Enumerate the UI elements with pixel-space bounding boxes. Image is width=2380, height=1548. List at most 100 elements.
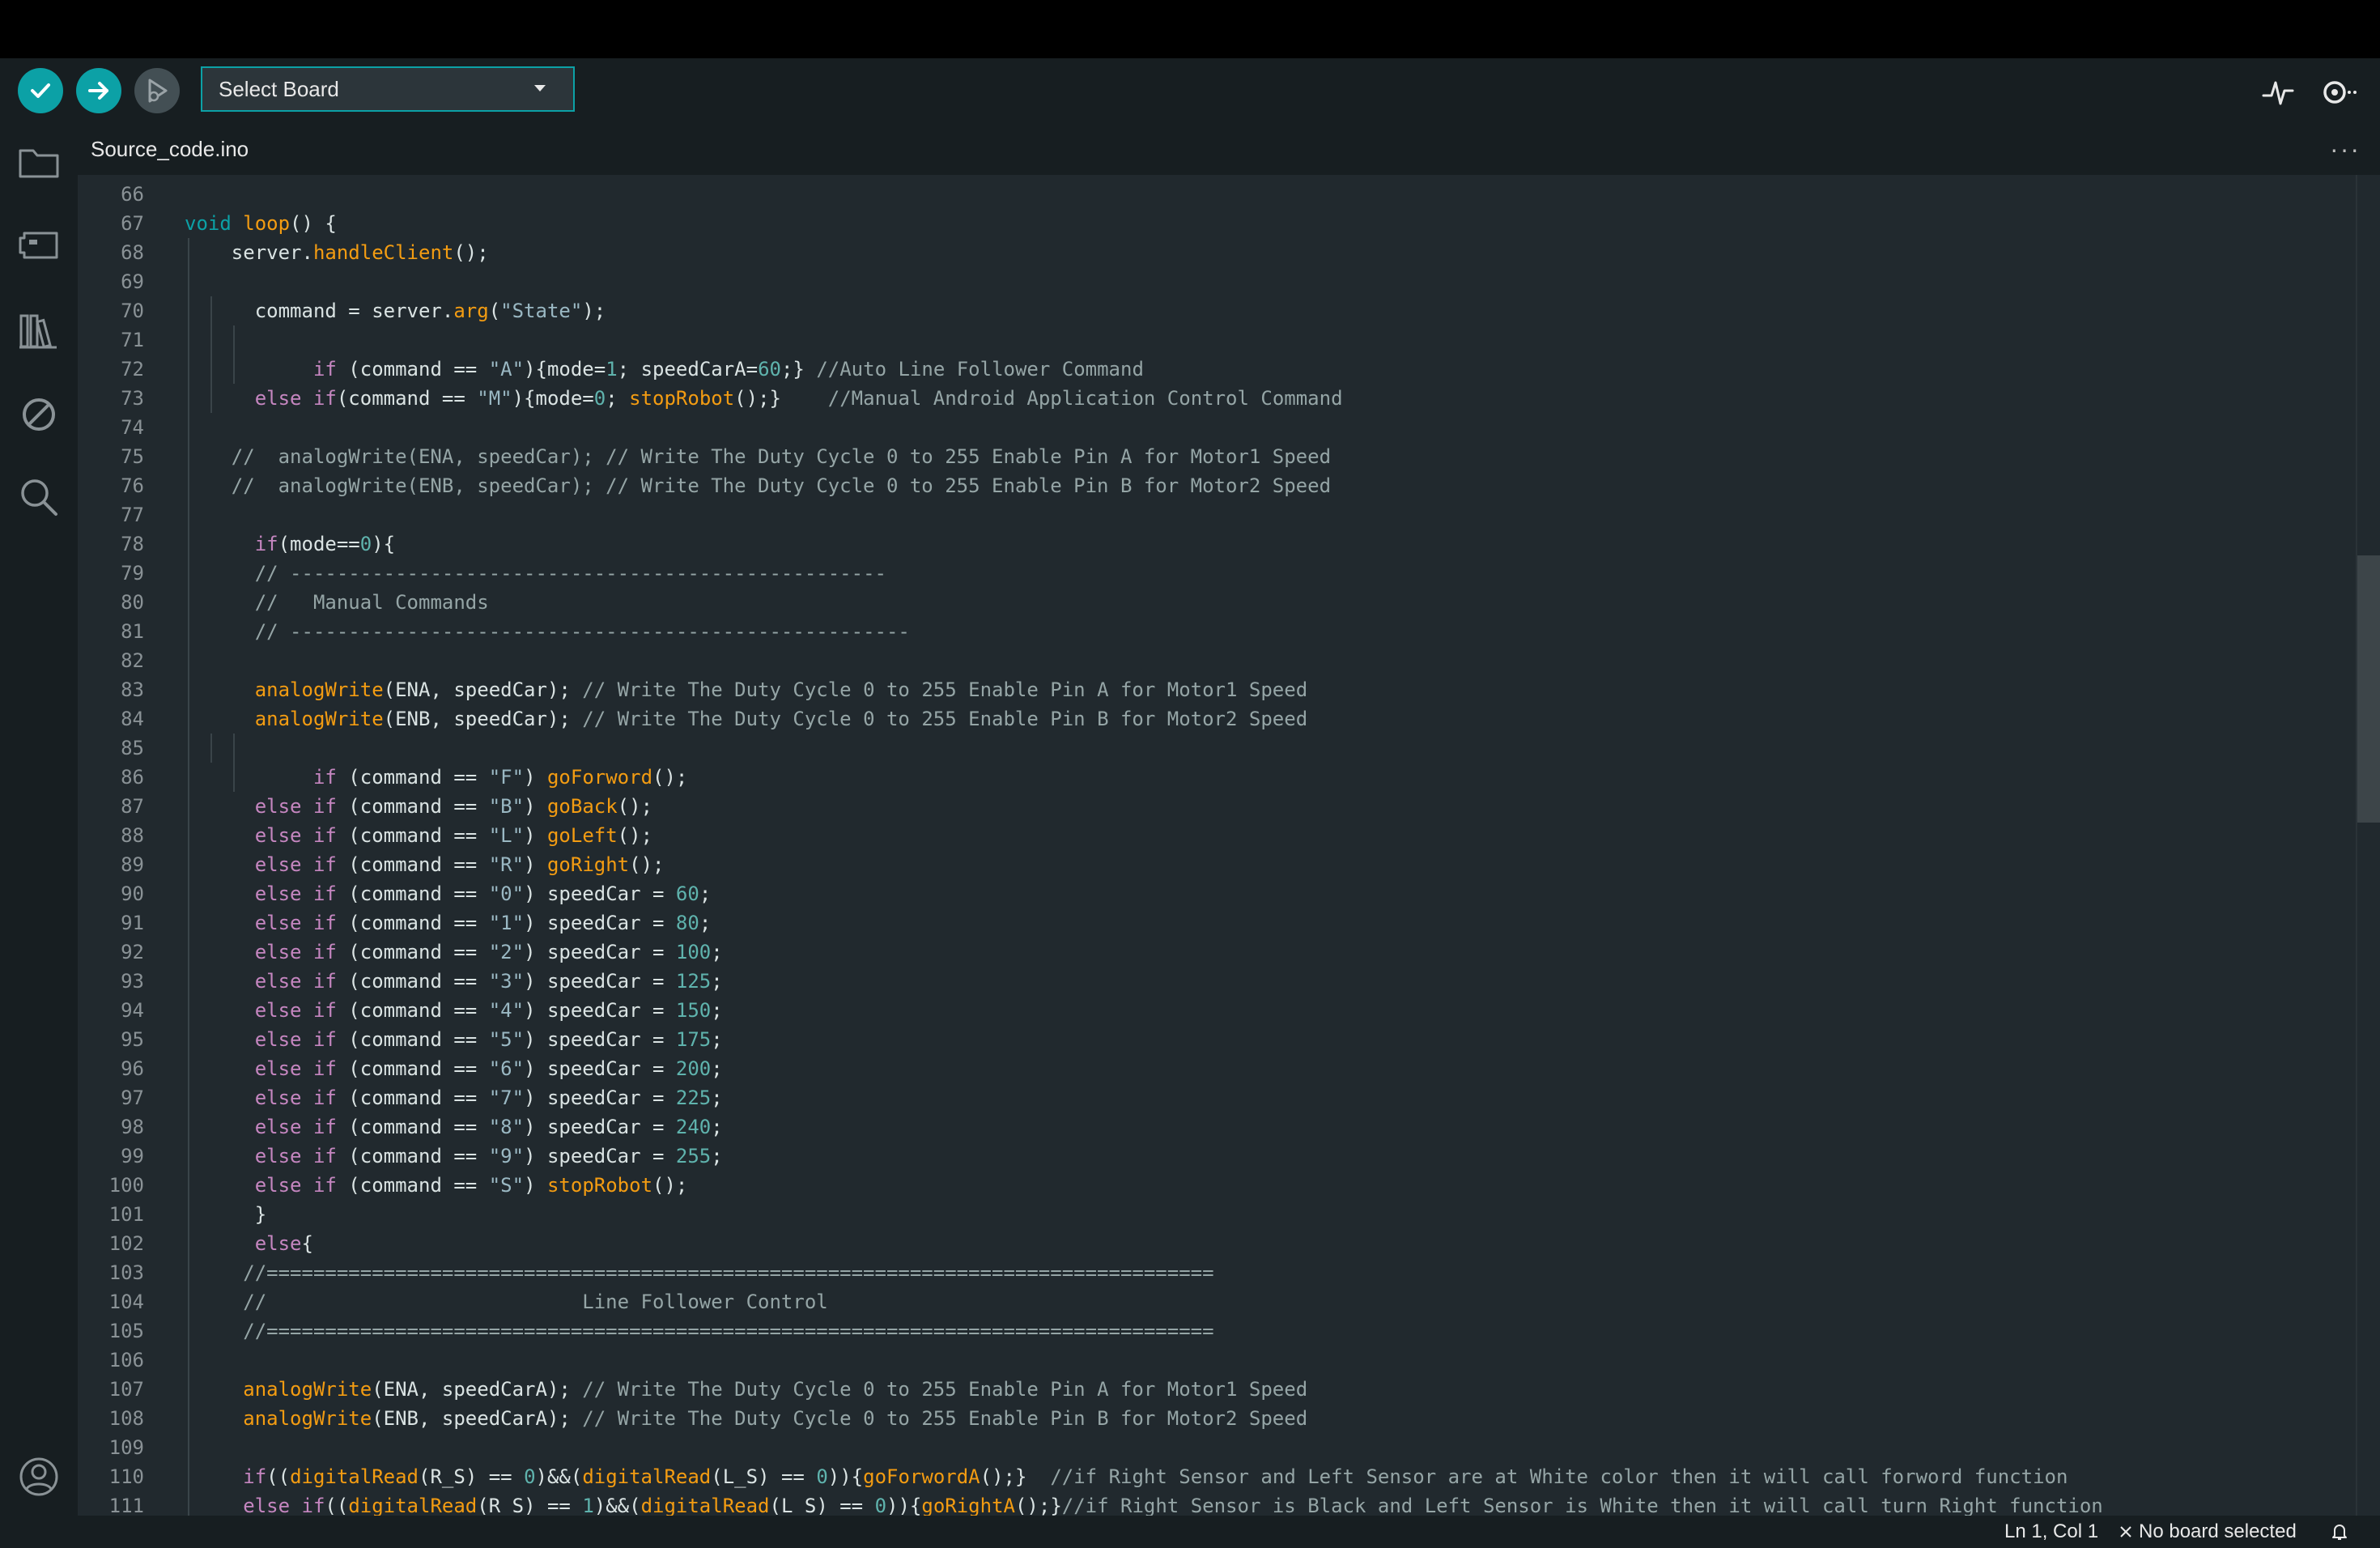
arrow-right-icon [88,82,108,100]
code-line[interactable]: if (command == "A"){mode=1; speedCarA=60… [185,355,1144,384]
more-tabs-button[interactable]: ··· [2330,134,2361,164]
line-number: 96 [121,1057,144,1080]
account-icon [19,1457,58,1496]
indent-guide [210,296,212,413]
cursor-position[interactable]: Ln 1, Col 1 [2004,1520,2098,1543]
code-line[interactable]: // Manual Commands [185,588,489,617]
more-icon: ··· [2330,134,2361,164]
line-number: 87 [121,795,144,818]
line-number: 95 [121,1028,144,1051]
code-line[interactable]: else if (command == "S") stopRobot(); [185,1171,688,1200]
line-number: 99 [121,1145,144,1167]
code-line[interactable]: void loop() { [185,209,337,238]
sidebar-item-debug[interactable] [16,392,62,437]
scrollbar-thumb[interactable] [2357,555,2380,823]
bell-icon[interactable] [2330,1522,2349,1542]
code-line[interactable]: analogWrite(ENA, speedCar); // Write The… [185,675,1307,704]
account-button[interactable] [16,1454,62,1499]
code-line[interactable]: //======================================… [185,1258,1213,1287]
line-number: 82 [121,649,144,672]
code-line[interactable]: else if((digitalRead(R_S) == 1)&&(digita… [185,1491,2103,1516]
code-line[interactable]: else if (command == "8") speedCar = 240; [185,1112,723,1142]
debug-icon [148,79,168,103]
sidebar-item-library-manager[interactable] [16,308,62,353]
code-line[interactable]: else if (command == "0") speedCar = 60; [185,879,712,908]
sidebar-item-search[interactable] [16,474,62,520]
code-line[interactable]: else if (command == "6") speedCar = 200; [185,1054,723,1083]
status-bar: Ln 1, Col 1 No board selected [0,1516,2380,1548]
code-line[interactable]: // -------------------------------------… [185,617,910,646]
code-line[interactable]: // -------------------------------------… [185,559,886,588]
code-line[interactable]: else if (command == "L") goLeft(); [185,821,652,850]
code-line[interactable]: else if (command == "7") speedCar = 225; [185,1083,723,1112]
close-icon [2120,1526,2131,1537]
debug-button[interactable] [134,68,180,113]
line-number: 75 [121,445,144,468]
tab-source-code[interactable]: Source_code.ino [78,123,275,175]
check-icon [31,83,50,98]
line-number: 80 [121,591,144,614]
line-number: 91 [121,912,144,934]
sidebar-item-sketchbook[interactable] [16,139,62,185]
toolbar: Select Board [0,58,2380,123]
code-line[interactable]: analogWrite(ENB, speedCar); // Write The… [185,704,1307,734]
line-number: 88 [121,824,144,847]
code-line[interactable]: } [185,1200,266,1229]
serial-plotter-icon[interactable] [2260,74,2296,110]
line-number: 108 [108,1407,144,1430]
code-line[interactable]: else if (command == "3") speedCar = 125; [185,967,723,996]
line-number: 106 [108,1349,144,1372]
code-line[interactable]: else if (command == "9") speedCar = 255; [185,1142,723,1171]
line-number: 66 [121,183,144,206]
code-line[interactable]: else if (command == "1") speedCar = 80; [185,908,712,938]
line-number: 71 [121,329,144,351]
line-number: 83 [121,678,144,701]
code-line[interactable]: else if (command == "B") goBack(); [185,792,652,821]
line-number: 92 [121,941,144,963]
line-number: 109 [108,1436,144,1459]
code-line[interactable]: else if (command == "R") goRight(); [185,850,665,879]
code-line[interactable]: else if (command == "5") speedCar = 175; [185,1025,723,1054]
code-line[interactable]: else{ [185,1229,313,1258]
upload-button[interactable] [76,68,121,113]
code-line[interactable]: command = server.arg("State"); [185,296,606,325]
line-number: 94 [121,999,144,1022]
indent-guide [233,325,235,384]
board-status-label: No board selected [2139,1520,2297,1542]
line-number: 97 [121,1087,144,1109]
line-number: 84 [121,708,144,730]
window-titlebar [0,0,2380,58]
editor-scrollbar[interactable] [2356,175,2380,1516]
serial-monitor-icon[interactable] [2318,74,2361,110]
board-selector[interactable]: Select Board [201,66,575,112]
code-line[interactable]: server.handleClient(); [185,238,489,267]
line-number: 85 [121,737,144,759]
line-number: 90 [121,882,144,905]
code-line[interactable]: //======================================… [185,1316,1213,1346]
line-number: 76 [121,474,144,497]
code-line[interactable]: // analogWrite(ENA, speedCar); // Write … [185,442,1331,471]
code-line[interactable]: if(mode==0){ [185,529,395,559]
line-number: 111 [108,1495,144,1516]
sidebar-item-boards-manager[interactable] [16,223,62,269]
indent-guide [188,238,189,1516]
code-line[interactable]: else if (command == "2") speedCar = 100; [185,938,723,967]
tab-label: Source_code.ino [91,136,249,161]
code-line[interactable]: analogWrite(ENB, speedCarA); // Write Th… [185,1404,1307,1433]
code-line[interactable]: else if (command == "4") speedCar = 150; [185,996,723,1025]
line-number: 74 [121,416,144,439]
line-number: 102 [108,1232,144,1255]
code-line[interactable]: // analogWrite(ENB, speedCar); // Write … [185,471,1331,500]
code-line[interactable]: analogWrite(ENA, speedCarA); // Write Th… [185,1375,1307,1404]
board-status[interactable]: No board selected [2119,1520,2297,1543]
code-line[interactable]: if((digitalRead(R_S) == 0)&&(digitalRead… [185,1462,2068,1491]
line-number: 107 [108,1378,144,1401]
line-number: 98 [121,1116,144,1138]
code-line[interactable]: // Line Follower Control [185,1287,827,1316]
line-number: 68 [121,241,144,264]
caret-down-icon [534,85,546,91]
code-line[interactable]: else if(command == "M"){mode=0; stopRobo… [185,384,1343,413]
code-editor[interactable]: 66 67 68 69 70 71 72 73 74 75 76 77 78 79 80 81 82 83 84 85… [78,175,2380,1516]
verify-button[interactable] [18,68,63,113]
code-line[interactable]: if (command == "F") goForword(); [185,763,687,792]
